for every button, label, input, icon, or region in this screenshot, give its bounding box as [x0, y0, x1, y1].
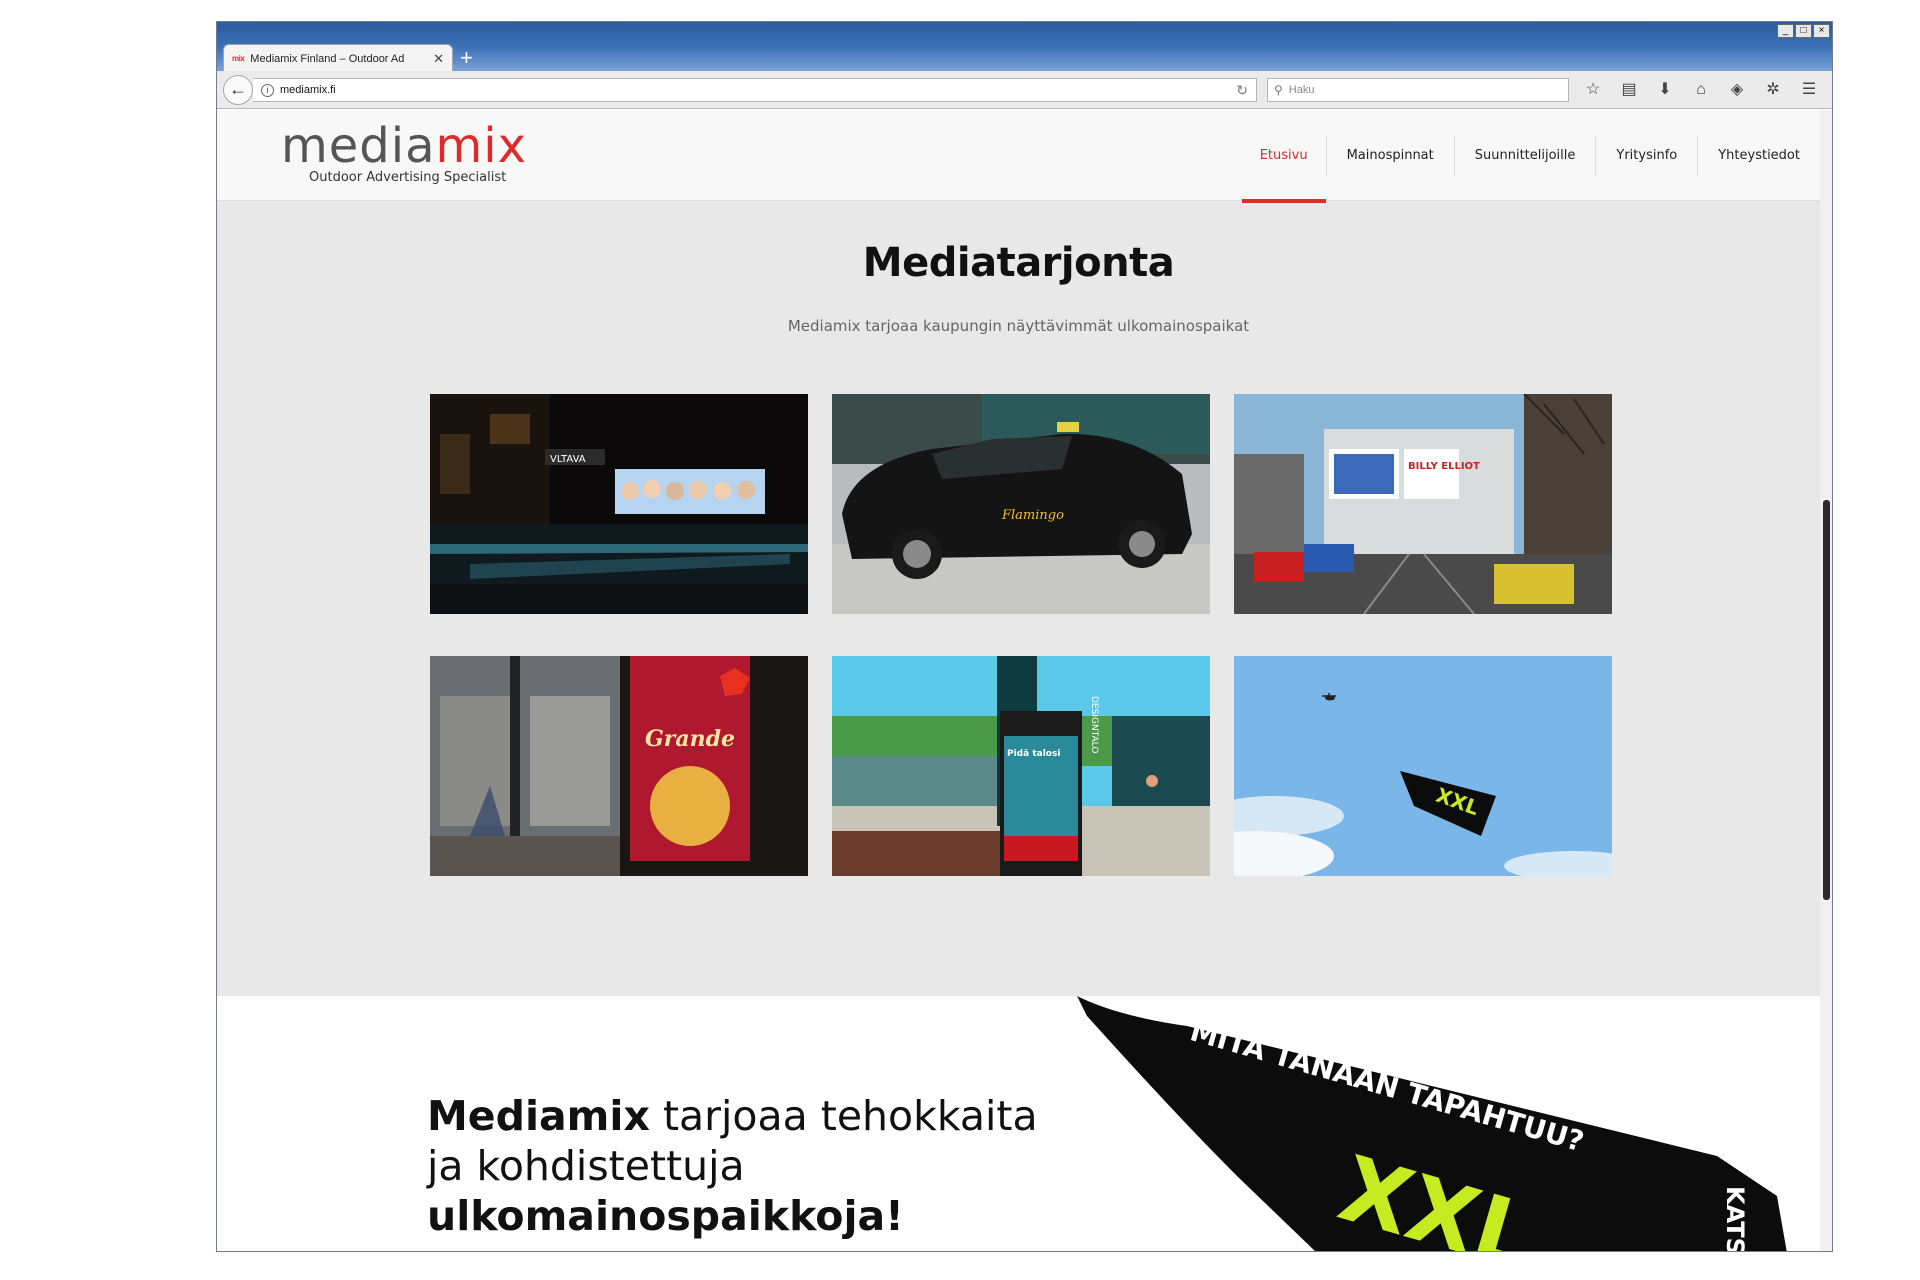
reload-icon[interactable]: ↻ [1236, 82, 1248, 99]
kiosk-sign: DESIGNTALO [1089, 696, 1099, 753]
close-window-button[interactable]: × [1813, 24, 1830, 38]
promo-line3: ulkomainospaikkoja! [427, 1192, 904, 1240]
media-tile-helicopter[interactable]: XXL [1234, 656, 1612, 876]
search-placeholder: Haku [1288, 84, 1315, 96]
scrollbar-thumb[interactable] [1823, 500, 1830, 900]
nav-yhteystiedot[interactable]: Yhteystiedot [1698, 110, 1820, 201]
nav-suunnittelijoille[interactable]: Suunnittelijoille [1455, 110, 1596, 201]
favicon-icon: mix [232, 54, 245, 63]
page-viewport: mediamix Outdoor Advertising Specialist … [217, 110, 1820, 1252]
toolbar-icons: ☆ ▤ ⬇ ⌂ ◈ ✲ ☰ [1582, 78, 1820, 102]
bookmark-star-icon[interactable]: ☆ [1582, 78, 1604, 102]
page-scrollbar[interactable] [1820, 110, 1832, 1251]
section-title: Mediatarjonta [862, 240, 1175, 286]
download-icon[interactable]: ⬇ [1654, 78, 1676, 102]
media-tile-station[interactable]: Grande [430, 656, 808, 876]
extension-icon[interactable]: ✲ [1762, 78, 1784, 102]
close-tab-icon[interactable]: ✕ [433, 51, 444, 67]
home-icon[interactable]: ⌂ [1690, 78, 1712, 102]
promo-banner-side: KATS [1721, 1186, 1749, 1252]
media-tile-taxi[interactable]: Flamingo [832, 394, 1210, 614]
promo-brand: Mediamix [427, 1092, 650, 1140]
tab-title: Mediamix Finland – Outdoor Ad [250, 52, 405, 65]
media-tile-bus-stop[interactable]: VLTAVA [430, 394, 808, 614]
bus-stop-sign: VLTAVA [550, 454, 586, 465]
promo-headline: Mediamix tarjoaa tehokkaita ja kohdistet… [427, 1091, 1038, 1241]
menu-icon[interactable]: ☰ [1798, 78, 1820, 102]
title-bar: mix Mediamix Finland – Outdoor Ad ✕ + _ … [217, 22, 1832, 73]
promo-line1: tarjoaa tehokkaita [649, 1092, 1038, 1140]
taxi-brand: Flamingo [1001, 508, 1064, 523]
media-tile-billboard[interactable]: BILLY ELLIOT [1234, 394, 1612, 614]
reading-list-icon[interactable]: ▤ [1618, 78, 1640, 102]
browser-tab[interactable]: mix Mediamix Finland – Outdoor Ad ✕ [223, 44, 453, 72]
site-logo[interactable]: mediamix Outdoor Advertising Specialist [281, 120, 546, 190]
nav-yritysinfo[interactable]: Yritysinfo [1596, 110, 1697, 201]
promo-line2: ja kohdistettuja [427, 1142, 745, 1190]
new-tab-button[interactable]: + [460, 43, 473, 73]
media-tile-kiosk[interactable]: Pidä talosi DESIGNTALO [832, 656, 1210, 876]
svg-text:Pidä talosi: Pidä talosi [1007, 749, 1060, 759]
window-controls: _ □ × [1777, 24, 1830, 38]
main-navigation: Etusivu Mainospinnat Suunnittelijoille Y… [1241, 110, 1820, 203]
browser-window: mix Mediamix Finland – Outdoor Ad ✕ + _ … [216, 21, 1833, 1252]
nav-etusivu[interactable]: Etusivu [1241, 110, 1326, 203]
promo-section: MITÄ TÄNÄÄN TAPAHTUU? KATS XXL Mediamix … [217, 996, 1820, 1252]
search-icon: ⚲ [1274, 83, 1283, 97]
logo-text-mix: mix [435, 118, 528, 174]
minimize-button[interactable]: _ [1777, 24, 1794, 38]
station-ad-text: Grande [645, 726, 735, 752]
site-header: mediamix Outdoor Advertising Specialist … [217, 110, 1820, 203]
address-bar[interactable]: i mediamix.fi ↻ [253, 78, 1257, 102]
billboard-text: BILLY ELLIOT [1408, 461, 1480, 472]
info-icon[interactable]: i [261, 83, 274, 97]
maximize-button[interactable]: □ [1795, 24, 1812, 38]
search-bar[interactable]: ⚲ Haku [1267, 78, 1569, 102]
nav-mainospinnat[interactable]: Mainospinnat [1327, 110, 1454, 201]
back-button[interactable]: ← [223, 75, 253, 105]
section-subtitle: Mediamix tarjoaa kaupungin näyttävimmät … [787, 317, 1250, 335]
pocket-icon[interactable]: ◈ [1726, 78, 1748, 102]
navigation-toolbar: ← i mediamix.fi ↻ ⚲ Haku ☆ ▤ ⬇ ⌂ ◈ ✲ ☰ [217, 71, 1832, 109]
logo-text-media: media [281, 118, 436, 174]
url-text: mediamix.fi [280, 84, 336, 96]
